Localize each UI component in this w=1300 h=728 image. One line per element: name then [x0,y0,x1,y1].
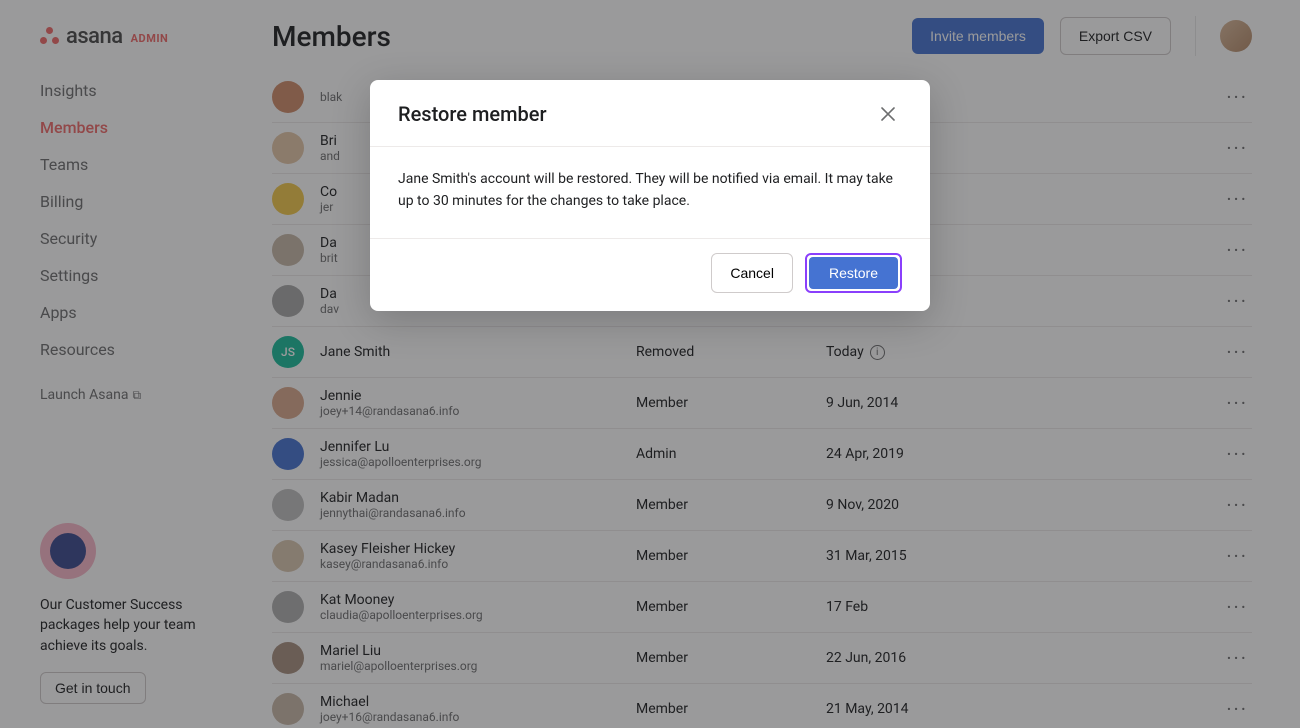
close-icon [881,107,895,121]
modal-footer: Cancel Restore [370,238,930,311]
cancel-button[interactable]: Cancel [711,253,793,293]
restore-button[interactable]: Restore [809,257,898,289]
restore-member-modal: Restore member Jane Smith's account will… [370,80,930,311]
modal-overlay[interactable]: Restore member Jane Smith's account will… [0,0,1300,728]
modal-body-text: Jane Smith's account will be restored. T… [370,147,930,238]
modal-close-button[interactable] [874,100,902,128]
restore-button-focus-ring: Restore [805,253,902,293]
modal-header: Restore member [370,80,930,147]
modal-title: Restore member [398,102,547,126]
